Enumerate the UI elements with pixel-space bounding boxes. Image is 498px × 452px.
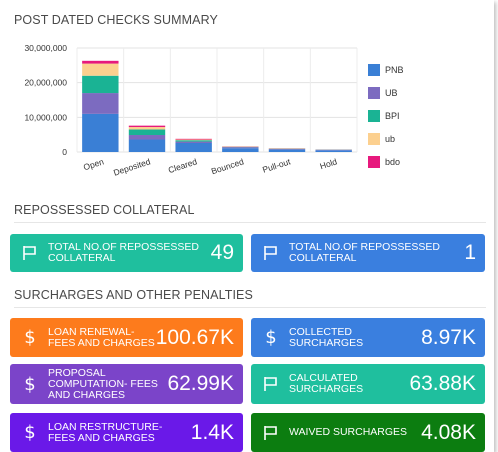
tile-value: 8.97K [421, 325, 476, 349]
bar-segment [268, 149, 306, 150]
legend-label: bdo [385, 157, 401, 167]
x-tick-label: Deposited [112, 156, 152, 177]
bar-segment [222, 147, 259, 149]
tile-value: 63.88K [409, 372, 476, 395]
legend-label: BPI [385, 111, 400, 121]
legend-item[interactable]: BPI [368, 107, 404, 125]
bar-segment [175, 140, 212, 142]
y-tick-label: 30,000,000 [24, 43, 67, 53]
flag-icon [259, 425, 283, 441]
bar-segment [222, 148, 259, 152]
bar-segment [175, 141, 212, 143]
section-divider [14, 222, 486, 223]
legend-swatch [368, 110, 380, 122]
bar-segment [315, 150, 352, 152]
bar-segment [175, 139, 212, 141]
surcharges-section-title: SURCHARGES AND OTHER PENALTIES [14, 288, 253, 302]
x-tick-label: Bounced [210, 156, 245, 176]
bar-segment [128, 139, 166, 152]
tile-value: 1 [464, 241, 476, 264]
legend-item[interactable]: UB [368, 84, 404, 102]
bar-segment [268, 149, 306, 152]
bar-segment [128, 125, 166, 128]
bar-segment [82, 63, 119, 76]
calculated-surcharges-tile[interactable]: CALCULATED SURCHARGES 63.88K [251, 364, 485, 404]
checks-summary-title: POST DATED CHECKS SUMMARY [14, 13, 218, 27]
repossessed-count-tile-2[interactable]: TOTAL NO.OF REPOSSESSED COLLATERAL 1 [251, 234, 485, 272]
y-tick-label: 20,000,000 [24, 78, 67, 88]
repossessed-count-tile[interactable]: TOTAL NO.OF REPOSSESSED COLLATERAL 49 [10, 234, 243, 272]
x-tick-label: Open [82, 156, 105, 172]
flag-icon [259, 245, 283, 261]
repossessed-section-title: REPOSSESSED COLLATERAL [14, 203, 195, 217]
legend-label: UB [385, 88, 398, 98]
proposal-computation-fees-tile[interactable]: $ PROPOSAL COMPUTATION- FEES AND CHARGES… [10, 364, 243, 404]
tile-label: TOTAL NO.OF REPOSSESSED COLLATERAL [289, 241, 440, 264]
chart-legend: PNB UB BPI ub bdo [368, 61, 404, 176]
bar-segment [82, 93, 119, 114]
tile-label: COLLECTED SURCHARGES [289, 325, 364, 349]
collected-surcharges-tile[interactable]: $ COLLECTED SURCHARGES 8.97K [251, 318, 485, 357]
bar-segment [128, 135, 166, 140]
loan-renewal-fees-tile[interactable]: $ LOAN RENEWAL- FEES AND CHARGES 100.67K [10, 318, 243, 357]
y-tick-label: 10,000,000 [24, 112, 67, 122]
legend-label: ub [385, 134, 396, 144]
dollar-icon: $ [24, 422, 36, 443]
section-divider [14, 307, 486, 308]
bar-segment [82, 60, 119, 64]
legend-item[interactable]: bdo [368, 153, 404, 171]
loan-restructure-fees-tile[interactable]: $ LOAN RESTRUCTURE- FEES AND CHARGES 1.4… [10, 413, 243, 452]
x-tick-label: Pull-out [261, 156, 292, 175]
tile-value: 62.99K [167, 372, 234, 395]
x-tick-label: Cleared [167, 156, 199, 175]
legend-item[interactable]: PNB [368, 61, 404, 79]
tile-label: PROPOSAL COMPUTATION- FEES AND CHARGES [48, 366, 158, 401]
dashboard-panel: POST DATED CHECKS SUMMARY 0 10,000,000 20,… [0, 0, 494, 452]
tile-label: LOAN RESTRUCTURE- FEES AND CHARGES [48, 420, 163, 444]
tile-value: 49 [210, 241, 234, 264]
x-tick-label: Hold [319, 156, 339, 171]
legend-label: PNB [385, 65, 404, 75]
waived-surcharges-tile[interactable]: WAIVED SURCHARGES 4.08K [251, 413, 485, 452]
tile-label: LOAN RENEWAL- FEES AND CHARGES [48, 325, 155, 349]
dollar-icon: $ [24, 327, 36, 348]
dollar-icon: $ [24, 373, 36, 395]
bar-segment [128, 127, 166, 130]
legend-item[interactable]: ub [368, 130, 404, 148]
flag-icon [18, 245, 42, 261]
tile-label: CALCULATED SURCHARGES [289, 372, 364, 395]
bar-segment [128, 129, 166, 136]
legend-swatch [368, 87, 380, 99]
bar-segment [82, 113, 119, 152]
dollar-icon: $ [265, 327, 277, 348]
flag-icon [259, 376, 283, 392]
legend-swatch [368, 156, 380, 168]
tile-label: WAIVED SURCHARGES [289, 426, 408, 438]
tile-value: 100.67K [155, 325, 234, 349]
bar-segment [82, 75, 119, 94]
legend-swatch [368, 64, 380, 76]
tile-label: TOTAL NO.OF REPOSSESSED COLLATERAL [48, 241, 199, 264]
y-tick-label: 0 [62, 147, 67, 157]
checks-summary-chart: 0 10,000,000 20,000,000 30,000,000 Open Depos… [24, 43, 358, 178]
bar-segment [175, 138, 212, 140]
tile-value: 4.08K [421, 420, 476, 444]
bar-segment [315, 149, 352, 151]
legend-swatch [368, 133, 380, 145]
tile-value: 1.4K [190, 420, 234, 444]
bar-segment [175, 142, 212, 152]
